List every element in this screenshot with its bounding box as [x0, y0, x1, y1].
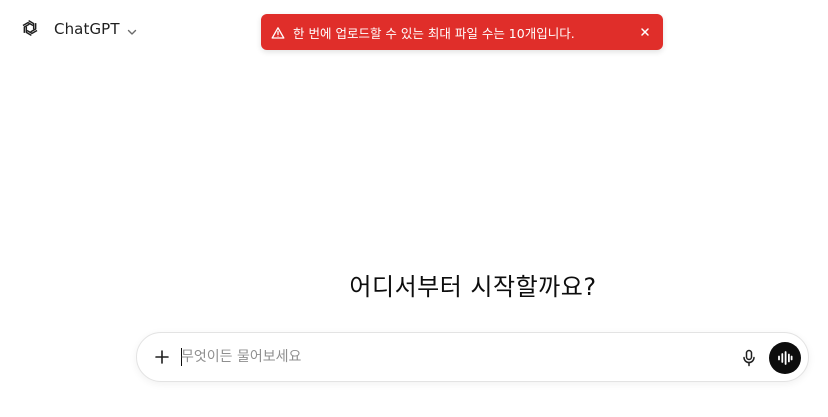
microphone-icon — [743, 349, 755, 367]
add-attachment-button[interactable] — [149, 344, 175, 370]
prompt-input[interactable] — [181, 345, 721, 369]
voice-mode-button[interactable] — [769, 342, 801, 374]
chatgpt-page: ChatGPT 한 번에 업로드할 수 있는 최대 파일 수는 10개입니다. … — [0, 0, 828, 417]
page-title: 어디서부터 시작할까요? — [349, 273, 597, 301]
upload-limit-error-toast: 한 번에 업로드할 수 있는 최대 파일 수는 10개입니다. — [261, 14, 663, 50]
warning-triangle-icon — [271, 25, 285, 39]
toast-message: 한 번에 업로드할 수 있는 최대 파일 수는 10개입니다. — [293, 25, 575, 41]
voice-mode-icon — [778, 351, 793, 365]
chevron-down-icon — [126, 23, 138, 35]
prompt-composer — [136, 332, 809, 382]
model-name: ChatGPT — [54, 20, 120, 38]
dictate-button[interactable] — [737, 346, 761, 370]
close-icon[interactable] — [637, 24, 653, 40]
plus-icon — [155, 350, 169, 364]
openai-logo-icon[interactable] — [19, 17, 41, 39]
model-selector-button[interactable]: ChatGPT — [50, 14, 142, 44]
